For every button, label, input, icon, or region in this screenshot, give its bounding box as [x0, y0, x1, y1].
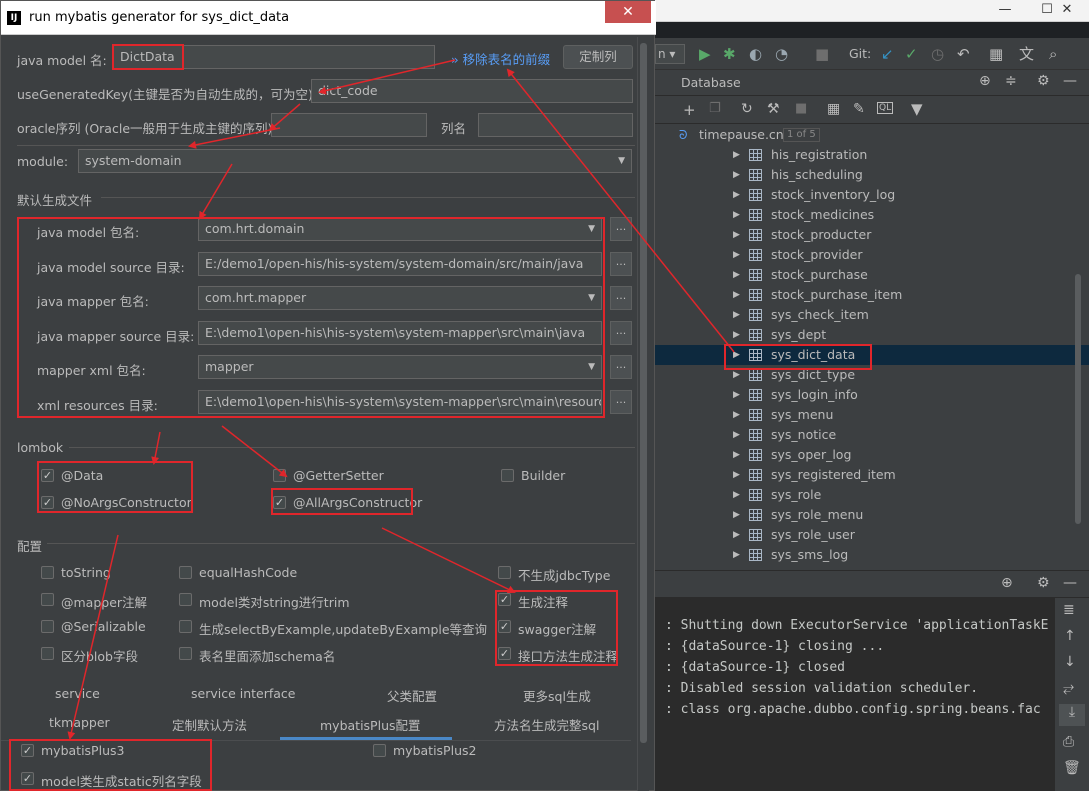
arrow — [506, 68, 735, 353]
arrow — [198, 163, 233, 220]
annotation-arrows — [67, 59, 735, 740]
arrow — [381, 527, 516, 593]
arrow — [67, 534, 119, 740]
arrow — [268, 103, 301, 132]
arrow — [188, 127, 281, 149]
arrow — [318, 59, 456, 95]
arrow — [221, 425, 288, 478]
arrow — [151, 431, 161, 465]
